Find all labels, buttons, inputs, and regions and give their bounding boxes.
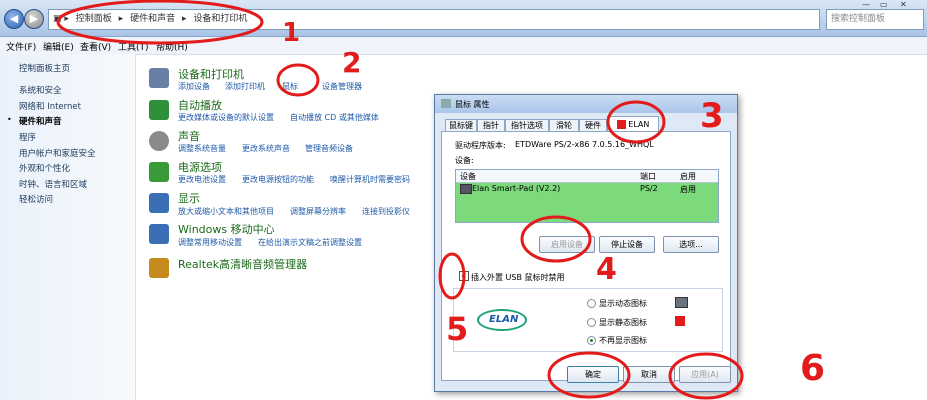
- annotation-number-3: 3: [700, 96, 724, 136]
- annotation-circle-apply-button: [668, 352, 744, 400]
- annotation-number-5: 5: [446, 310, 469, 348]
- annotation-circle-mouse-link: [276, 63, 320, 97]
- annotation-circle-address: [56, 0, 264, 45]
- annotation-circle-checkbox: [438, 252, 466, 300]
- annotation-number-6: 6: [800, 348, 826, 389]
- annotation-circle-elan-tab: [606, 100, 666, 144]
- annotation-circle-ok-button: [547, 351, 631, 399]
- annotation-circle-enable-button: [520, 215, 592, 263]
- annotation-number-2: 2: [342, 46, 362, 79]
- annotation-number-1: 1: [282, 18, 301, 48]
- annotation-number-4: 4: [596, 252, 617, 287]
